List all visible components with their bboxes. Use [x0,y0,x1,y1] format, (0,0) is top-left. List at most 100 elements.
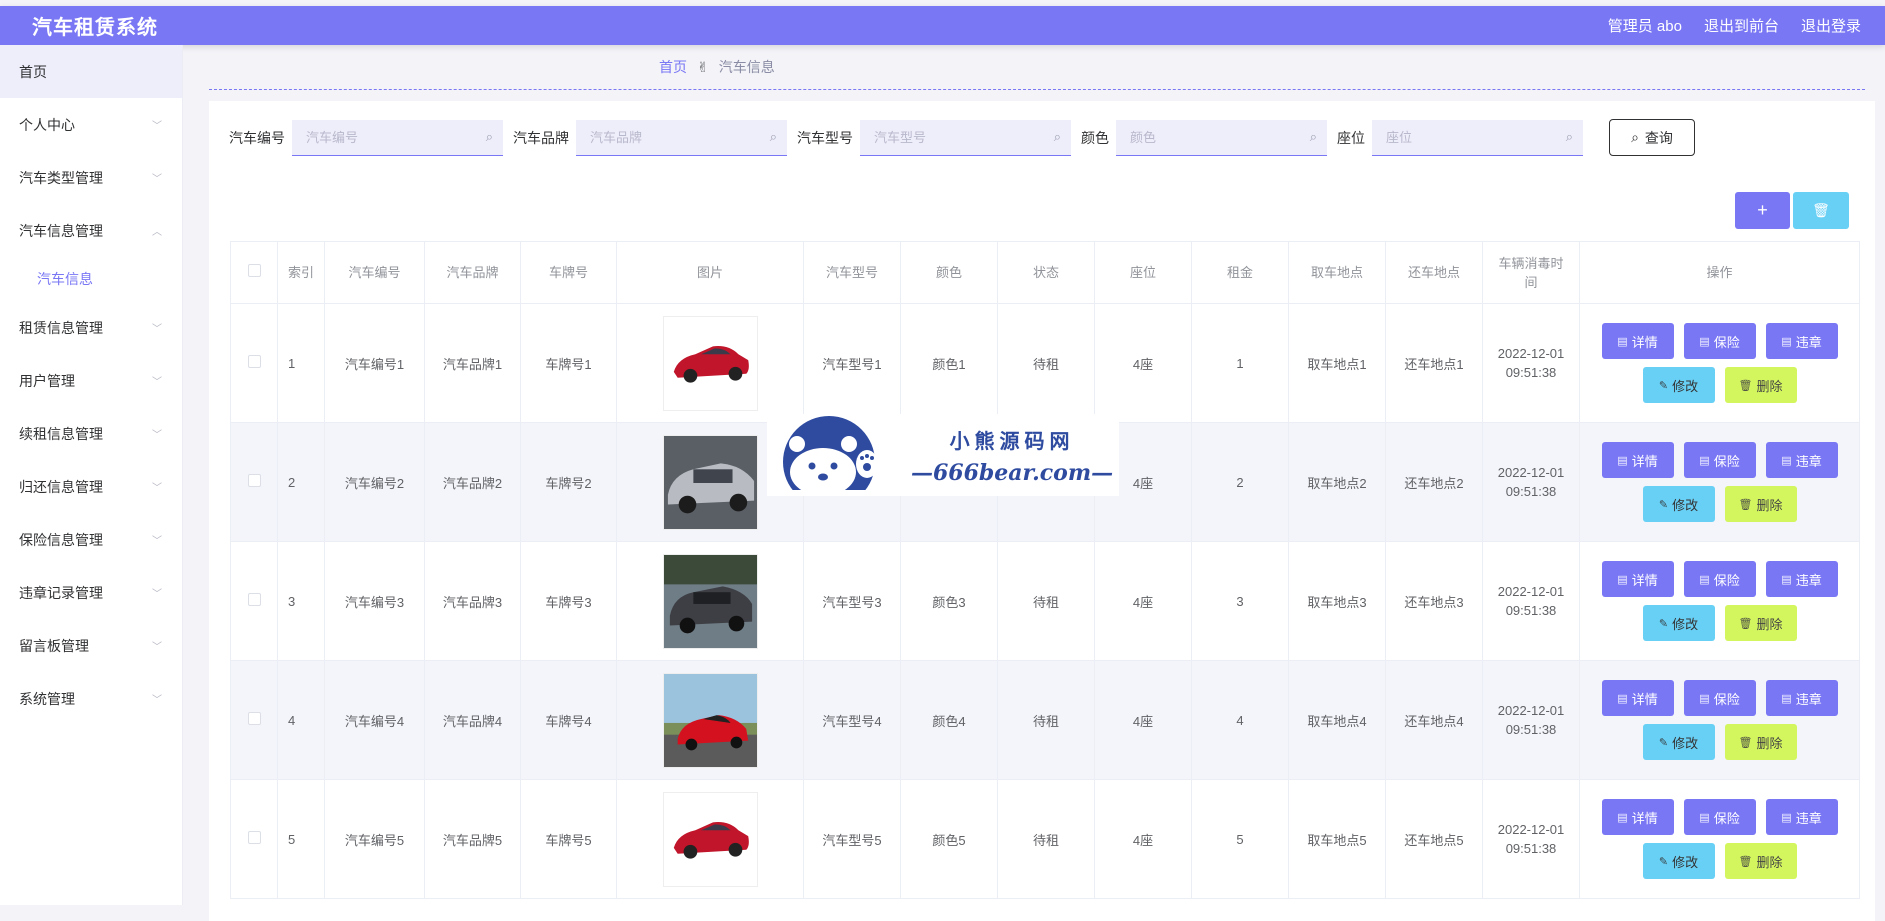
row-checkbox[interactable] [247,831,261,844]
edit-button[interactable]: ✎ 修改 [1642,724,1715,760]
search-label-seats: 座位 [1337,129,1365,146]
row-checkbox[interactable] [247,593,261,606]
chevron-down-icon: ﹀ [152,695,162,706]
sidebar-item-lease[interactable]: 租赁信息管理 ﹀ [0,301,182,354]
detail-button[interactable]: ▤ 详情 [1601,680,1674,716]
edit-button[interactable]: ✎ 修改 [1642,843,1715,879]
detail-button[interactable]: ▤ 详情 [1601,799,1674,835]
exit-to-front-link[interactable]: 退出到前台 [1704,15,1779,36]
row-checkbox[interactable] [247,474,261,487]
edit-button[interactable]: ✎ 修改 [1642,367,1715,403]
car-image[interactable] [662,553,758,649]
sidebar-item-car-info[interactable]: 汽车信息管理 ︿ [0,204,182,257]
select-all-checkbox[interactable] [247,264,261,277]
insurance-button-label: 保险 [1713,691,1740,707]
sidebar-item-violation[interactable]: 违章记录管理 ﹀ [0,566,182,619]
add-button[interactable]: + [1735,192,1790,229]
cell-car-code: 汽车编号2 [324,422,425,542]
trash-icon: 🗑 [1738,855,1753,868]
detail-button[interactable]: ▤ 详情 [1601,561,1674,597]
edit-button[interactable]: ✎ 修改 [1642,605,1715,641]
car-image[interactable] [662,672,758,768]
document-icon: ▤ [1617,811,1628,824]
sidebar-item-system[interactable]: 系统管理 ﹀ [0,672,182,725]
insurance-button-label: 保险 [1713,453,1740,469]
cell-seats: 4座 [1094,779,1192,899]
violation-button-label: 违章 [1795,691,1822,707]
color-input[interactable] [1130,129,1290,145]
violation-button[interactable]: ▤ 违章 [1765,799,1838,835]
violation-button[interactable]: ▤ 违章 [1765,442,1838,478]
cell-operations: ▤ 详情 ▤ 保险 ▤ 违章 ✎ 修改 🗑 删除 [1579,303,1860,423]
watermark-url: —666bear.com— [911,459,1114,486]
car-model-input[interactable] [874,129,1034,145]
cell-operations: ▤ 详情 ▤ 保险 ▤ 违章 ✎ 修改 🗑 删除 [1579,660,1860,780]
detail-button-label: 详情 [1631,810,1658,826]
sidebar-item-label: 违章记录管理 [19,584,103,601]
breadcrumb-home[interactable]: 首页 [659,57,687,77]
delete-button[interactable]: 🗑 删除 [1724,605,1797,641]
delete-button[interactable]: 🗑 删除 [1724,843,1797,879]
cell-return: 还车地点1 [1385,303,1483,423]
sidebar-item-renewal[interactable]: 续租信息管理 ﹀ [0,407,182,460]
delete-button-label: 删除 [1756,497,1783,513]
logout-link[interactable]: 退出登录 [1801,15,1861,36]
sidebar-item-personal-center[interactable]: 个人中心 ﹀ [0,98,182,151]
column-header: 汽车品牌 [424,241,521,304]
sidebar-item-label: 汽车类型管理 [19,169,103,186]
query-button[interactable]: ⌕ 查询 [1609,119,1695,156]
search-icon: ⌕ [1053,129,1061,144]
search-field-code: ⌕ [292,119,503,156]
delete-button[interactable]: 🗑 删除 [1724,724,1797,760]
cell-return: 还车地点2 [1385,422,1483,542]
car-brand-input[interactable] [590,129,750,145]
row-checkbox[interactable] [247,712,261,725]
violation-button[interactable]: ▤ 违章 [1765,323,1838,359]
cell-pickup: 取车地点1 [1288,303,1386,423]
cell-model: 汽车型号1 [803,303,901,423]
sidebar-item-return[interactable]: 归还信息管理 ﹀ [0,460,182,513]
search-field-brand: ⌕ [576,119,787,156]
current-user-label[interactable]: 管理员 abo [1608,15,1682,36]
cell-index: 1 [277,303,325,423]
search-label-brand: 汽车品牌 [513,129,569,146]
column-header: 车辆消毒时间 [1482,241,1580,304]
disinfect-date: 2022-12-01 [1497,703,1565,718]
insurance-button[interactable]: ▤ 保险 [1683,442,1756,478]
sidebar-item-home[interactable]: 首页 [0,45,182,98]
table-row: 3 汽车编号3 汽车品牌3 车牌号3 汽车型号3 颜色3 待租 4座 3 取车地点3 还车地点3 20… [230,541,1860,661]
delete-button[interactable]: 🗑 删除 [1724,486,1797,522]
car-image[interactable] [662,315,758,411]
sidebar-item-insurance[interactable]: 保险信息管理 ﹀ [0,513,182,566]
sidebar-item-car-type[interactable]: 汽车类型管理 ﹀ [0,151,182,204]
top-bar: 汽车租赁系统 管理员 abo 退出到前台 退出登录 [0,6,1885,45]
cell-seats: 4座 [1094,303,1192,423]
car-image[interactable] [662,791,758,887]
document-icon: ▤ [1781,692,1792,705]
insurance-button[interactable]: ▤ 保险 [1683,799,1756,835]
violation-button[interactable]: ▤ 违章 [1765,680,1838,716]
edit-button[interactable]: ✎ 修改 [1642,486,1715,522]
detail-button[interactable]: ▤ 详情 [1601,323,1674,359]
sidebar-item-label: 用户管理 [19,372,75,389]
violation-button[interactable]: ▤ 违章 [1765,561,1838,597]
search-field-seats: ⌕ [1372,119,1583,156]
edit-button-label: 修改 [1672,497,1699,513]
insurance-button[interactable]: ▤ 保险 [1683,561,1756,597]
seats-input[interactable] [1386,129,1546,145]
cell-index: 3 [277,541,325,661]
sidebar-item-messages[interactable]: 留言板管理 ﹀ [0,619,182,672]
car-code-input[interactable] [306,129,466,145]
pencil-icon: ✎ [1658,736,1669,749]
detail-button-label: 详情 [1631,691,1658,707]
delete-button[interactable]: 🗑 删除 [1724,367,1797,403]
row-checkbox[interactable] [247,355,261,368]
sidebar-subitem-car-info[interactable]: 汽车信息 [0,257,182,301]
search-icon: ⌕ [1631,129,1639,145]
batch-delete-button[interactable]: 🗑 [1793,192,1849,229]
insurance-button[interactable]: ▤ 保险 [1683,323,1756,359]
sidebar-item-users[interactable]: 用户管理 ﹀ [0,354,182,407]
insurance-button[interactable]: ▤ 保险 [1683,680,1756,716]
detail-button[interactable]: ▤ 详情 [1601,442,1674,478]
car-image[interactable] [662,434,758,530]
